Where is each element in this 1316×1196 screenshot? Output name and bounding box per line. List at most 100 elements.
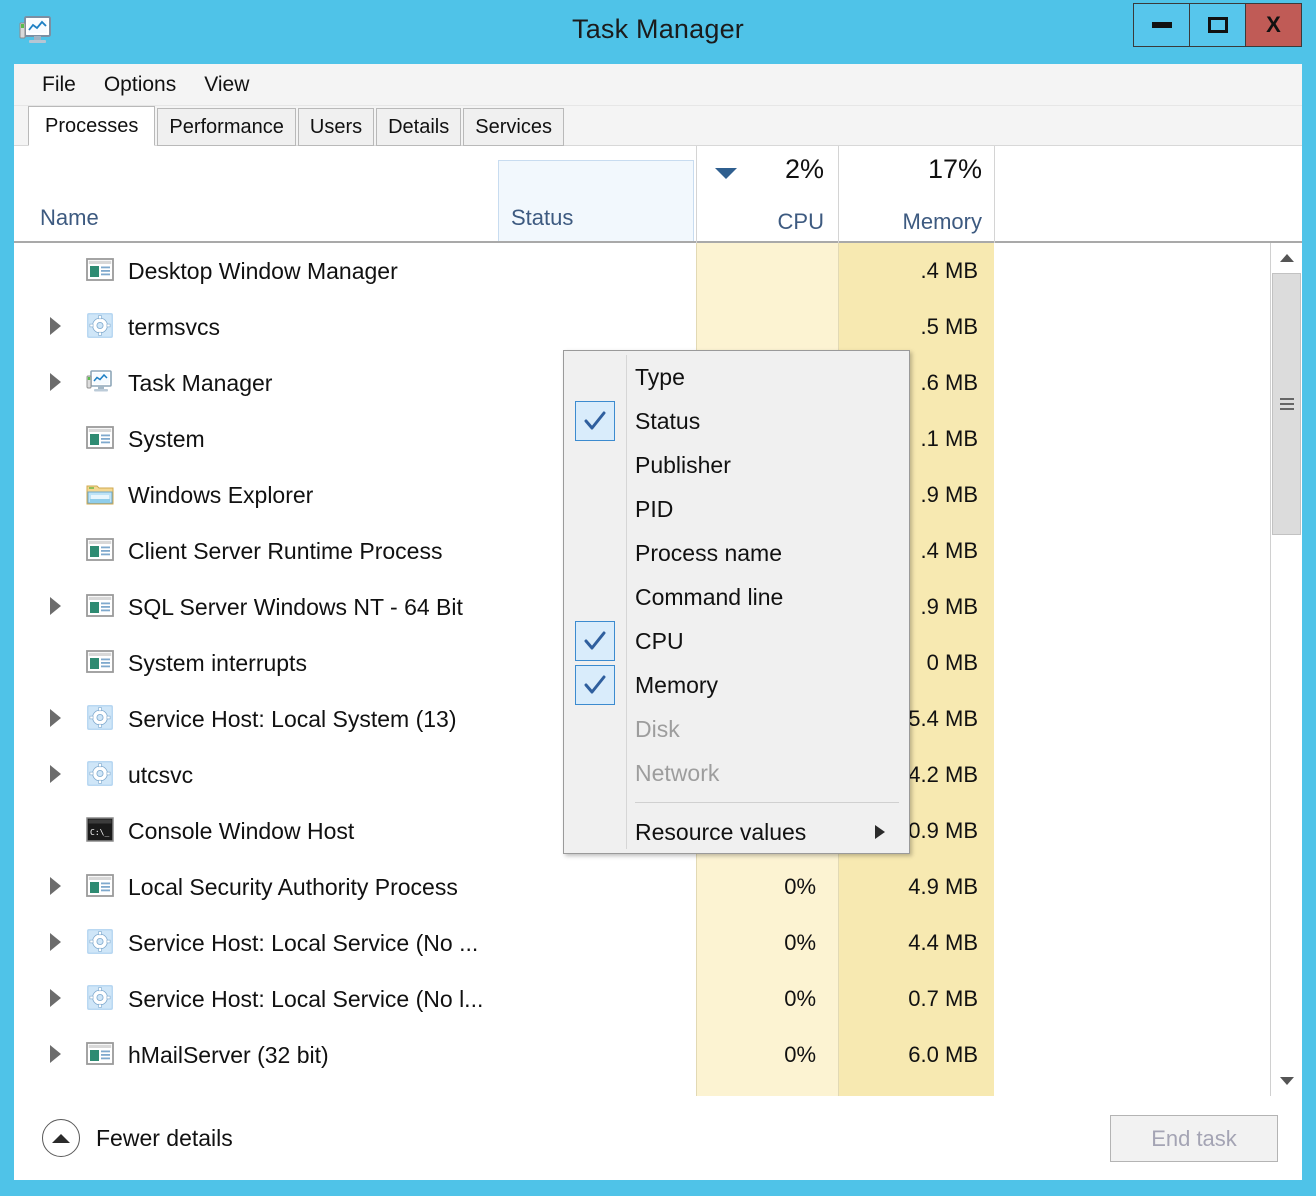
tab-performance[interactable]: Performance	[157, 108, 296, 146]
process-name: Service Host: Local Service (No ...	[128, 929, 479, 956]
scrollbar-grip-icon	[1279, 395, 1294, 413]
vertical-scrollbar[interactable]	[1270, 243, 1302, 1096]
process-cpu-value: 0%	[784, 930, 816, 955]
expand-arrow-icon[interactable]	[50, 989, 61, 1007]
checkmark-icon	[575, 401, 615, 441]
process-name: Service Host: Local System (13)	[128, 705, 457, 732]
chevron-up-circle-icon	[42, 1119, 80, 1157]
scroll-up-button[interactable]	[1271, 243, 1302, 273]
column-header-status[interactable]: Status	[498, 160, 694, 241]
window-icon	[86, 537, 114, 563]
menu-item[interactable]: Resource values	[564, 810, 909, 854]
process-name: System	[128, 425, 205, 452]
column-chooser-context-menu[interactable]: Type Status Publisher PID Process name Comman…	[563, 350, 910, 854]
window-icon	[86, 649, 114, 675]
expand-arrow-icon[interactable]	[50, 1045, 61, 1063]
client-area: File Options View Processes Performance …	[14, 64, 1302, 1180]
menu-item-label: CPU	[635, 627, 684, 654]
menu-separator	[635, 802, 899, 803]
process-cpu-value: 0%	[784, 1042, 816, 1067]
gear-icon	[86, 705, 114, 731]
menu-bar: File Options View	[14, 64, 1302, 106]
menu-options[interactable]: Options	[90, 70, 190, 100]
window-icon	[86, 593, 114, 619]
checkmark-icon	[575, 621, 615, 661]
scrollbar-thumb[interactable]	[1272, 273, 1301, 535]
submenu-arrow-icon	[875, 825, 885, 839]
process-name: utcsvc	[128, 761, 194, 788]
menu-item[interactable]: Publisher	[564, 443, 909, 487]
gear-icon	[86, 313, 114, 339]
cpu-total-percent: 2%	[784, 154, 824, 184]
process-memory-value: .4 MB	[920, 258, 978, 283]
menu-item-label: Status	[635, 407, 701, 434]
menu-item[interactable]: Status	[564, 399, 909, 443]
scroll-down-button[interactable]	[1271, 1066, 1302, 1096]
table-row[interactable]: Local Security Authority Process 0% 4.9 MB	[14, 859, 1302, 915]
expand-arrow-icon[interactable]	[50, 317, 61, 335]
menu-item[interactable]: PID	[564, 487, 909, 531]
tab-details[interactable]: Details	[376, 108, 462, 146]
window-controls: X	[1133, 3, 1302, 47]
menu-item-label: Publisher	[635, 451, 731, 478]
process-name: Client Server Runtime Process	[128, 537, 443, 564]
column-headers: Name Status 2% CPU 17% Memory	[14, 146, 1302, 243]
close-button[interactable]: X	[1245, 3, 1302, 47]
task-manager-icon	[86, 369, 114, 395]
table-row[interactable]: Service Host: Local Service (No ... 0% 4.4…	[14, 915, 1302, 971]
minimize-button[interactable]	[1133, 3, 1190, 47]
tab-users[interactable]: Users	[297, 108, 375, 146]
process-name: Task Manager	[128, 369, 273, 396]
maximize-icon	[1207, 17, 1228, 33]
expand-arrow-icon[interactable]	[50, 877, 61, 895]
tab-strip: Processes Performance Users Details Serv…	[14, 106, 1302, 146]
fewer-details-button[interactable]: Fewer details	[42, 1119, 233, 1157]
menu-item[interactable]: Command line	[564, 575, 909, 619]
menu-item[interactable]: Type	[564, 355, 909, 399]
table-row[interactable]: Service Host: Local Service (No l... 0% 0.…	[14, 971, 1302, 1027]
menu-item[interactable]: Memory	[564, 663, 909, 707]
end-task-button[interactable]: End task	[1110, 1115, 1278, 1162]
scrollbar-track[interactable]	[1271, 273, 1302, 1066]
menu-item-label: PID	[635, 495, 674, 522]
column-header-memory[interactable]: 17% Memory	[838, 146, 994, 243]
column-header-status-label: Status	[511, 205, 574, 230]
chevron-down-icon	[1280, 1077, 1294, 1085]
tab-processes[interactable]: Processes	[28, 106, 156, 146]
title-bar[interactable]: Task Manager X	[0, 0, 1316, 64]
process-memory-value: 4.9 MB	[908, 874, 978, 899]
process-memory-value: 4.4 MB	[908, 930, 978, 955]
expand-arrow-icon[interactable]	[50, 597, 61, 615]
table-row[interactable]: Desktop Window Manager .4 MB	[14, 243, 1302, 299]
process-cpu-value: 0%	[784, 986, 816, 1011]
process-name: Console Window Host	[128, 817, 355, 844]
column-header-cpu-label: CPU	[777, 209, 824, 234]
column-header-cpu[interactable]: 2% CPU	[696, 146, 836, 243]
table-row[interactable]: hMailServer (32 bit) 0% 6.0 MB	[14, 1027, 1302, 1083]
column-header-name[interactable]: Name	[40, 205, 99, 231]
menu-item-label: Type	[635, 363, 685, 390]
process-name: Local Security Authority Process	[128, 873, 458, 900]
menu-view[interactable]: View	[190, 70, 263, 100]
process-cpu-value	[696, 299, 838, 355]
gear-icon	[86, 761, 114, 787]
expand-arrow-icon[interactable]	[50, 933, 61, 951]
tab-services[interactable]: Services	[463, 108, 564, 146]
expand-arrow-icon[interactable]	[50, 709, 61, 727]
menu-item-label: Disk	[635, 715, 680, 742]
sort-descending-icon	[715, 168, 737, 179]
process-name: Service Host: Local Service (No l...	[128, 985, 484, 1012]
expand-arrow-icon[interactable]	[50, 373, 61, 391]
process-name: Windows Explorer	[128, 481, 314, 508]
fewer-details-label: Fewer details	[96, 1124, 233, 1151]
svg-text:C:\_: C:\_	[90, 828, 109, 837]
menu-item[interactable]: Process name	[564, 531, 909, 575]
minimize-icon	[1151, 22, 1172, 28]
expand-arrow-icon[interactable]	[50, 765, 61, 783]
close-icon: X	[1266, 12, 1281, 37]
table-row[interactable]: termsvcs .5 MB	[14, 299, 1302, 355]
menu-file[interactable]: File	[28, 70, 90, 100]
process-name: SQL Server Windows NT - 64 Bit	[128, 593, 463, 620]
maximize-button[interactable]	[1189, 3, 1246, 47]
menu-item[interactable]: CPU	[564, 619, 909, 663]
